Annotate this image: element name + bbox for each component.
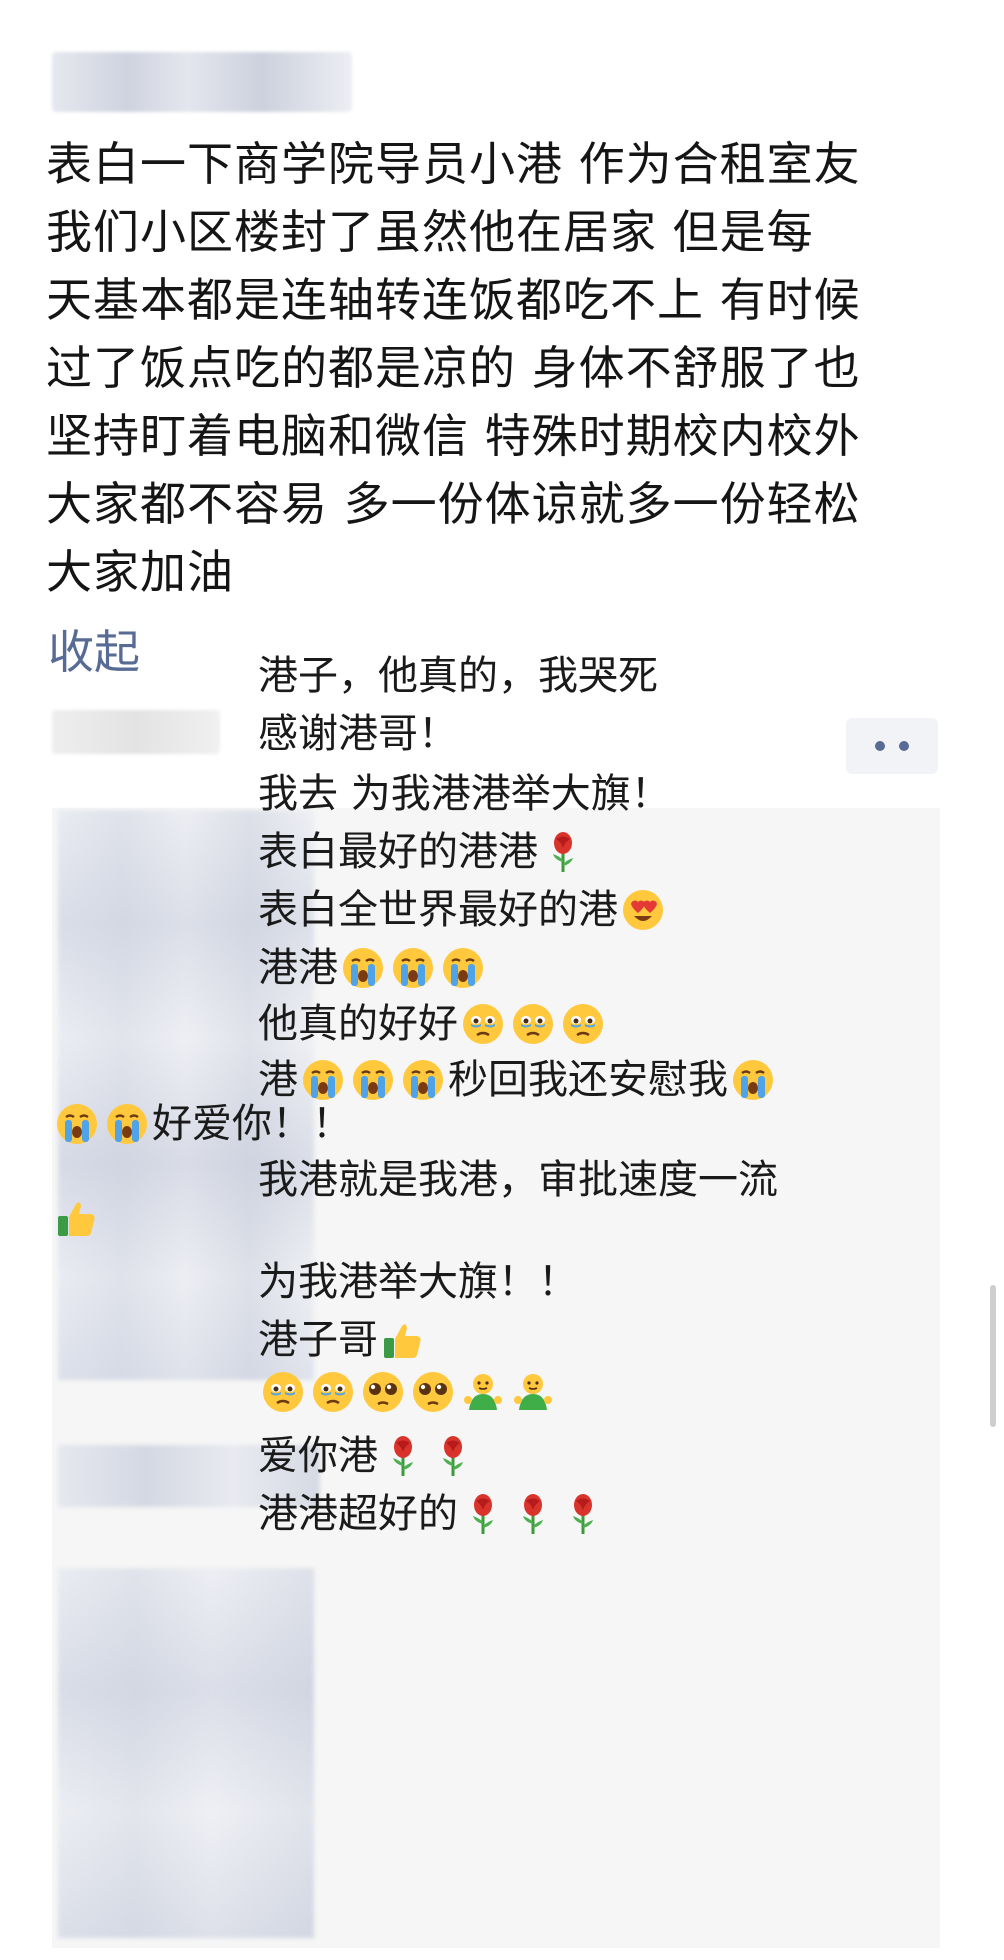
comment-text: 表白最好的港港 [258,829,538,875]
rose-icon [461,1492,505,1536]
comment-item[interactable]: 我去 为我港港举大旗！ [258,766,671,822]
comment-item[interactable]: 港港 [258,940,488,996]
teary-icon [261,1370,305,1414]
comment-text: 我去 为我港港举大旗！ [258,771,671,817]
rose-icon [431,1434,475,1478]
more-actions-button[interactable] [846,718,938,774]
comment-item[interactable]: 好爱你！！ [52,1096,352,1152]
comment-item[interactable]: 港子，他真的，我哭死 [258,648,658,704]
teary-icon [461,1002,505,1046]
crying-icon [731,1058,775,1102]
rose-icon [561,1492,605,1536]
comment-item[interactable]: 表白全世界最好的港 [258,882,668,938]
comment-text: 港子，他真的，我哭死 [258,653,658,699]
heart-eyes-icon [621,888,665,932]
comment-item[interactable] [52,1196,102,1240]
crying-icon [401,1058,445,1102]
commenter-names-blurred[interactable] [58,1568,314,1938]
strong-icon [461,1370,505,1414]
post-line: 过了饭点吃的都是凉的 身体不舒服了也 [46,341,861,395]
comment-item[interactable]: 港子哥 [258,1312,428,1368]
teary-icon [511,1002,555,1046]
rose-icon [511,1492,555,1536]
post-time-blurred [52,710,220,754]
post-line: 大家加油 [46,545,234,599]
comment-item[interactable]: 为我港举大旗！！ [258,1254,578,1310]
comment-item[interactable]: 港港超好的 [258,1486,608,1542]
crying-icon [341,946,385,990]
comment-text: 港港 [258,945,338,991]
comment-text: 我港就是我港，审批速度一流 [258,1157,778,1203]
more-dots-icon [875,741,909,751]
author-name-blurred[interactable] [52,52,352,112]
scrollbar[interactable] [990,1285,996,1427]
thumbs-up-icon [381,1318,425,1362]
comment-text: 秒回我还安慰我 [448,1057,728,1103]
comment-text: 他真的好好 [258,1001,458,1047]
teary-icon [311,1370,355,1414]
post-line: 坚持盯着电脑和微信 特殊时期校内校外 [46,409,861,463]
comment-text: 为我港举大旗！！ [258,1259,578,1305]
comment-item[interactable]: 我港就是我港，审批速度一流 [258,1152,778,1208]
comment-text: 感谢港哥！ [258,711,458,757]
post-line: 大家都不容易 多一份体谅就多一份轻松 [46,477,861,531]
collapse-link[interactable]: 收起 [48,622,140,682]
comment-text: 港港超好的 [258,1491,458,1537]
comment-text: 爱你港 [258,1433,378,1479]
crying-icon [55,1102,99,1146]
comment-text: 好爱你！！ [152,1101,352,1147]
comment-item[interactable]: 感谢港哥！ [258,706,458,762]
strong-icon [511,1370,555,1414]
post-line: 天基本都是连轴转连饭都吃不上 有时候 [46,273,861,327]
teary-icon [561,1002,605,1046]
crying-icon [105,1102,149,1146]
comment-item[interactable]: 他真的好好 [258,996,608,1052]
post-line: 我们小区楼封了虽然他在居家 但是每 [46,205,814,259]
pleading-icon [411,1370,455,1414]
comment-item[interactable]: 爱你港 [258,1428,478,1484]
comment-item[interactable]: 表白最好的港港 [258,824,588,880]
crying-icon [351,1058,395,1102]
thumbs-up-icon [55,1196,99,1240]
crying-icon [391,946,435,990]
comment-text: 表白全世界最好的港 [258,887,618,933]
pleading-icon [361,1370,405,1414]
post-line: 表白一下商学院导员小港 作为合租室友 [46,137,861,191]
rose-icon [381,1434,425,1478]
comment-item[interactable] [258,1370,558,1414]
post-content: 表白一下商学院导员小港 作为合租室友 我们小区楼封了虽然他在居家 但是每 天基本… [46,130,946,606]
rose-icon [541,830,585,874]
comment-text: 港子哥 [258,1317,378,1363]
crying-icon [441,946,485,990]
